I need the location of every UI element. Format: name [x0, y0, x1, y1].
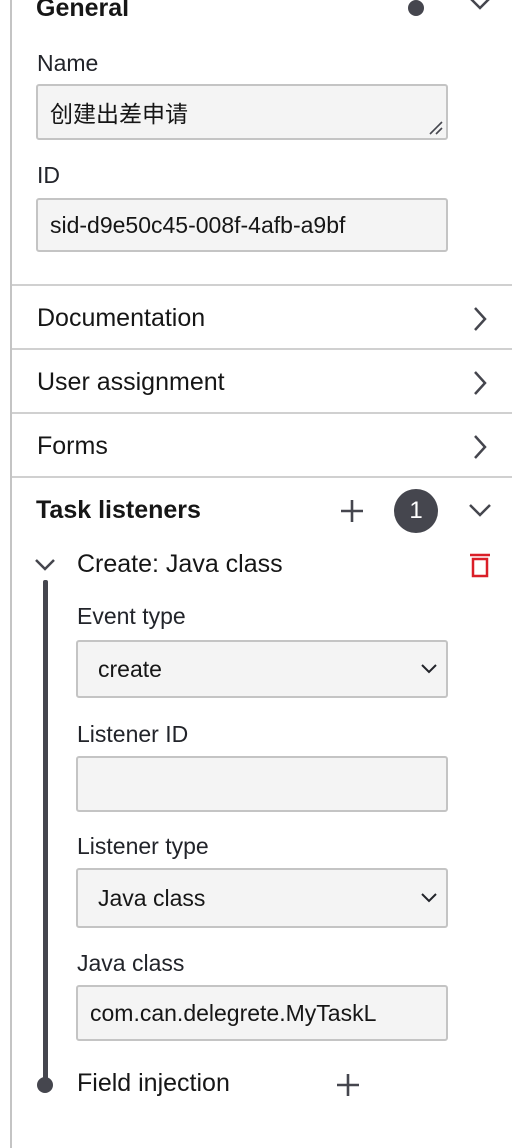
resize-handle-icon[interactable]: [426, 118, 444, 136]
chevron-right-icon[interactable]: [472, 434, 488, 460]
listener-count-badge: 1: [394, 489, 438, 533]
listener-tree-line: [43, 580, 48, 1080]
section-forms[interactable]: Forms: [37, 432, 108, 461]
listener-id-input[interactable]: [76, 756, 448, 812]
chevron-right-icon[interactable]: [472, 306, 488, 332]
divider: [12, 284, 512, 286]
java-class-label: Java class: [77, 950, 185, 976]
field-injection-dot: [37, 1077, 53, 1093]
id-input[interactable]: sid-d9e50c45-008f-4afb-a9bf: [36, 198, 448, 252]
java-class-value: com.can.delegrete.MyTaskL: [90, 999, 377, 1026]
listener-id-label: Listener ID: [77, 721, 189, 747]
changed-indicator-dot: [408, 0, 424, 16]
divider: [12, 476, 512, 478]
event-type-select[interactable]: create: [76, 640, 448, 698]
event-type-label: Event type: [77, 603, 186, 629]
listener-title[interactable]: Create: Java class: [77, 550, 283, 579]
listener-type-value: Java class: [98, 884, 206, 911]
divider: [12, 348, 512, 350]
delete-trash-icon[interactable]: [469, 552, 491, 578]
section-documentation[interactable]: Documentation: [37, 304, 205, 333]
listener-type-select[interactable]: Java class: [76, 868, 448, 928]
chevron-down-icon[interactable]: [34, 558, 56, 572]
listener-type-label: Listener type: [77, 833, 209, 859]
java-class-input[interactable]: com.can.delegrete.MyTaskL: [76, 985, 448, 1041]
id-input-value: sid-d9e50c45-008f-4afb-a9bf: [50, 211, 346, 238]
add-listener-plus-icon[interactable]: [339, 498, 365, 524]
chevron-down-icon[interactable]: [468, 0, 492, 12]
section-user-assignment[interactable]: User assignment: [37, 368, 225, 397]
chevron-down-icon: [421, 893, 437, 903]
event-type-value: create: [98, 655, 162, 682]
name-input-value: 创建出差申请: [50, 101, 188, 127]
field-injection-label: Field injection: [77, 1069, 230, 1097]
task-listeners-title: Task listeners: [36, 496, 201, 524]
chevron-down-icon: [421, 664, 437, 674]
divider: [12, 412, 512, 414]
id-label: ID: [37, 162, 60, 188]
name-input[interactable]: 创建出差申请: [36, 84, 448, 140]
general-section-title: General: [36, 0, 130, 22]
add-field-injection-plus-icon[interactable]: [335, 1072, 361, 1098]
chevron-down-icon[interactable]: [468, 503, 492, 519]
chevron-right-icon[interactable]: [472, 370, 488, 396]
name-label: Name: [37, 50, 99, 76]
